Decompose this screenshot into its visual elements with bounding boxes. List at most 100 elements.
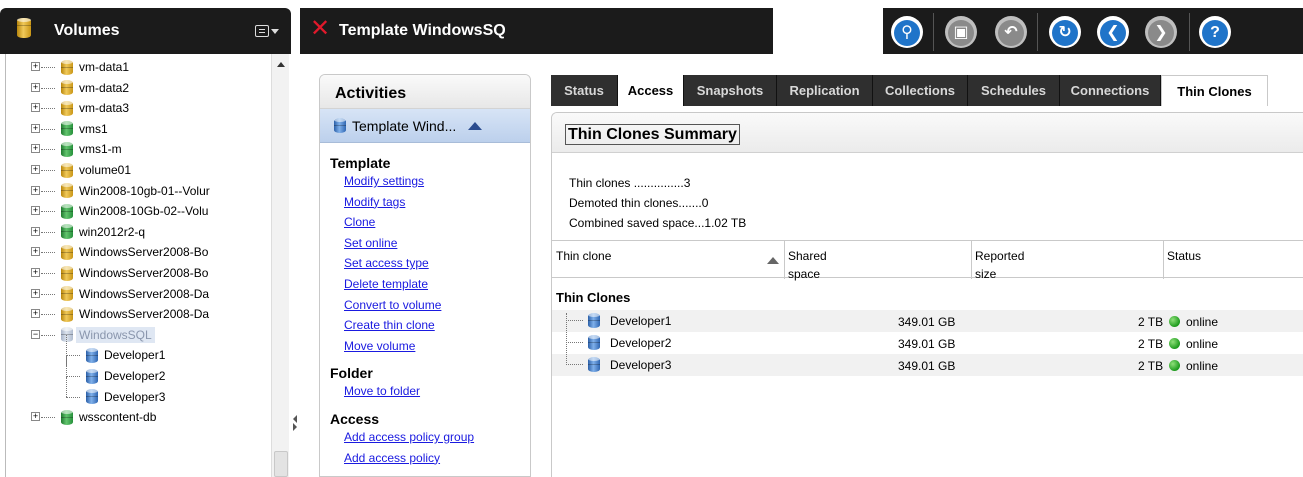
expand-icon[interactable]: + <box>31 144 40 154</box>
tree-item[interactable]: + WindowsServer2008-Bo <box>31 263 208 283</box>
tree-item[interactable]: + wsscontent-db <box>31 407 156 427</box>
forward-icon: ❯ <box>1148 20 1174 46</box>
volume-icon <box>86 347 98 363</box>
volume-icon <box>61 100 73 116</box>
summary-header: Thin Clones Summary <box>552 113 1303 153</box>
sort-ascending-icon[interactable] <box>767 257 779 264</box>
tab-connections[interactable]: Connections <box>1060 75 1161 106</box>
help-button[interactable]: ? <box>1199 16 1231 48</box>
tab-replication[interactable]: Replication <box>777 75 873 106</box>
activities-subheader-label: Template Wind... <box>352 117 457 134</box>
expand-icon[interactable]: + <box>31 103 40 113</box>
table-row[interactable]: Developer1 349.01 GB 2 TB online <box>552 310 1303 332</box>
search-button[interactable]: ⚲ <box>891 16 923 48</box>
col-thin-clone[interactable]: Thin clone <box>556 247 611 265</box>
expand-icon[interactable]: + <box>31 247 40 257</box>
volume-icon <box>61 409 73 425</box>
tree-item[interactable]: + vm-data1 <box>31 57 129 77</box>
tab-collections[interactable]: Collections <box>873 75 968 106</box>
activity-link[interactable]: Delete template <box>344 274 530 295</box>
view-menu-icon[interactable] <box>255 25 269 37</box>
page-title: Template WindowsSQ <box>339 22 506 39</box>
volume-icon <box>61 59 73 75</box>
tab-access[interactable]: Access <box>618 75 684 106</box>
tree-item[interactable]: Developer2 <box>66 356 166 387</box>
expand-icon[interactable]: + <box>31 206 40 216</box>
activity-link[interactable]: Modify tags <box>344 192 530 213</box>
expand-icon[interactable]: + <box>31 226 40 236</box>
tree-item[interactable]: Developer1 <box>66 335 165 367</box>
tree-item[interactable]: + Win2008-10Gb-02--Volu <box>31 201 208 221</box>
table-row[interactable]: Developer2 349.01 GB 2 TB online <box>552 322 1303 354</box>
refresh-button[interactable]: ↻ <box>1049 16 1081 48</box>
expand-icon[interactable]: + <box>31 268 40 277</box>
scroll-up-icon[interactable] <box>277 62 285 67</box>
tab-bar: Status Access Snapshots Replication Collecti… <box>551 75 1303 106</box>
volumes-panel: Volumes + vm-data1 + vm-data2 + vm-data3 + vms1… <box>0 8 291 477</box>
activity-link[interactable]: Move to folder <box>344 381 530 402</box>
expand-icon[interactable]: + <box>31 288 40 298</box>
volume-icon <box>86 368 98 384</box>
tree-item[interactable]: + WindowsServer2008-Da <box>31 304 209 324</box>
expand-icon[interactable]: + <box>31 82 40 92</box>
col-reported-label-2: size <box>975 267 997 281</box>
tab-schedules[interactable]: Schedules <box>968 75 1060 106</box>
expand-icon[interactable]: + <box>31 185 40 195</box>
tree-item[interactable]: + WindowsServer2008-Bo <box>31 242 209 262</box>
activity-link[interactable]: Modify settings <box>344 171 530 192</box>
col-shared-space[interactable]: Shared space <box>788 247 827 283</box>
tree-item[interactable]: + volume01 <box>31 160 131 180</box>
tree-item[interactable]: + vm-data3 <box>31 98 129 118</box>
tree-item-label: WindowsServer2008-Bo <box>79 245 209 260</box>
activity-link[interactable]: Convert to volume <box>344 295 530 316</box>
tree-item-label: Developer2 <box>104 369 166 383</box>
expand-icon[interactable]: + <box>31 165 40 174</box>
panel-splitter[interactable] <box>291 55 300 477</box>
scroll-thumb[interactable] <box>274 451 288 477</box>
collapse-icon[interactable] <box>468 121 483 130</box>
activities-subheader[interactable]: Template Wind... <box>320 109 530 143</box>
activity-link[interactable]: Set online <box>344 233 530 254</box>
activity-link[interactable]: Set access type <box>344 253 530 274</box>
tree-item-label: Developer3 <box>104 389 166 404</box>
save-icon: ▣ <box>948 20 974 46</box>
forward-button[interactable]: ❯ <box>1145 16 1177 48</box>
back-button[interactable]: ❮ <box>1097 16 1129 48</box>
tab-thin-clones[interactable]: Thin Clones <box>1161 75 1268 106</box>
tab-snapshots[interactable]: Snapshots <box>684 75 777 106</box>
volume-icon <box>61 183 73 199</box>
expand-icon[interactable]: + <box>31 123 40 133</box>
volumes-title: Volumes <box>54 22 120 39</box>
collapse-icon[interactable]: − <box>31 329 40 339</box>
expand-icon[interactable]: + <box>31 62 40 71</box>
thin-clone-icon <box>588 313 600 328</box>
activity-link[interactable]: Add access policy group <box>344 427 530 448</box>
expand-icon[interactable]: + <box>31 412 40 422</box>
collapse-left-icon[interactable] <box>293 415 297 423</box>
volume-icon <box>61 80 73 96</box>
chevron-down-icon[interactable] <box>271 29 279 34</box>
status-online-icon <box>1169 360 1180 371</box>
tree-scrollbar[interactable] <box>271 54 289 477</box>
undo-button[interactable]: ↶ <box>995 16 1027 48</box>
col-status[interactable]: Status <box>1167 247 1201 265</box>
table-row[interactable]: Developer3 349.01 GB 2 TB online <box>552 344 1303 376</box>
tab-status[interactable]: Status <box>551 75 618 106</box>
expand-right-icon[interactable] <box>293 423 297 431</box>
activity-link[interactable]: Move volume <box>344 336 530 357</box>
volume-icon <box>61 203 73 219</box>
activity-link[interactable]: Clone <box>344 212 530 233</box>
tree-item[interactable]: + win2012r2-q <box>31 222 145 242</box>
save-button[interactable]: ▣ <box>945 16 977 48</box>
activity-link[interactable]: Create thin clone <box>344 315 530 336</box>
col-reported-size[interactable]: Reported size <box>975 247 1024 283</box>
tree-item[interactable]: Developer3 <box>66 376 166 407</box>
tree-item[interactable]: + vms1 <box>31 119 108 139</box>
tree-item[interactable]: + vm-data2 <box>31 78 129 98</box>
activity-link[interactable]: Add access policy <box>344 448 530 469</box>
tree-item[interactable]: + WindowsServer2008-Da <box>31 284 209 304</box>
tree-item[interactable]: + vms1-m <box>31 139 122 159</box>
tree-item[interactable]: − WindowsSQL <box>31 325 155 345</box>
expand-icon[interactable]: + <box>31 309 40 319</box>
tree-item[interactable]: + Win2008-10gb-01--Volur <box>31 181 210 201</box>
